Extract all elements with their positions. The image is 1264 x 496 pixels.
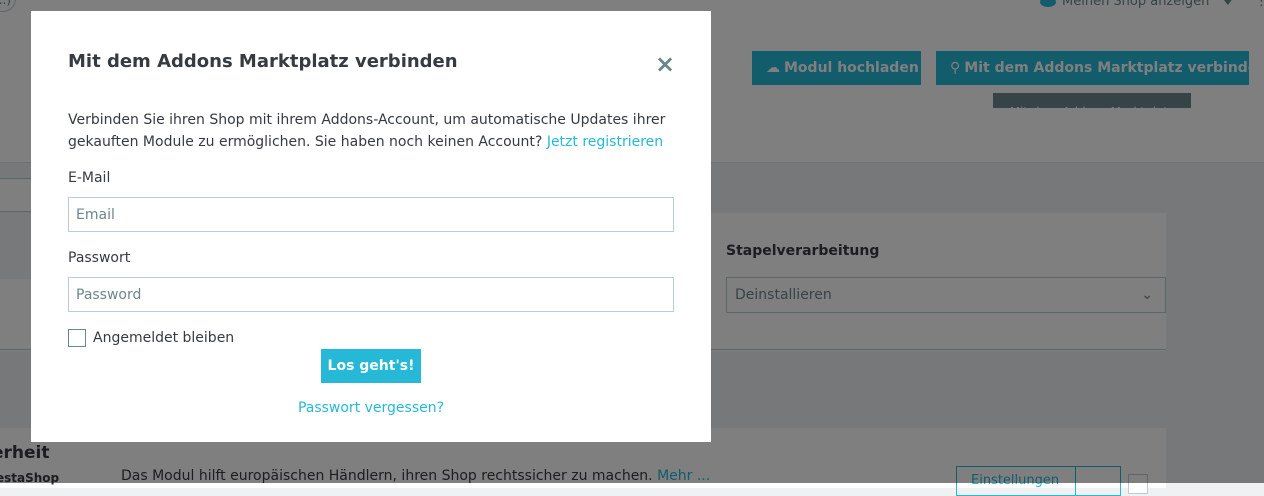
- modal-title: Mit dem Addons Marktplatz verbinden: [68, 51, 458, 72]
- submit-button[interactable]: Los geht's!: [321, 349, 421, 383]
- password-field[interactable]: [68, 277, 674, 312]
- remember-label: Angemeldet bleiben: [93, 330, 235, 346]
- email-label: E-Mail: [68, 170, 111, 186]
- close-icon[interactable]: ×: [653, 51, 677, 77]
- register-link[interactable]: Jetzt registrieren: [547, 134, 663, 150]
- remember-checkbox[interactable]: [68, 329, 86, 347]
- email-field[interactable]: [68, 197, 674, 232]
- password-label: Passwort: [68, 250, 131, 266]
- forgot-password-link[interactable]: Passwort vergessen?: [31, 400, 711, 416]
- modal-intro: Verbinden Sie ihren Shop mit ihrem Addon…: [68, 109, 668, 153]
- connect-modal: Mit dem Addons Marktplatz verbinden × Ve…: [31, 11, 711, 442]
